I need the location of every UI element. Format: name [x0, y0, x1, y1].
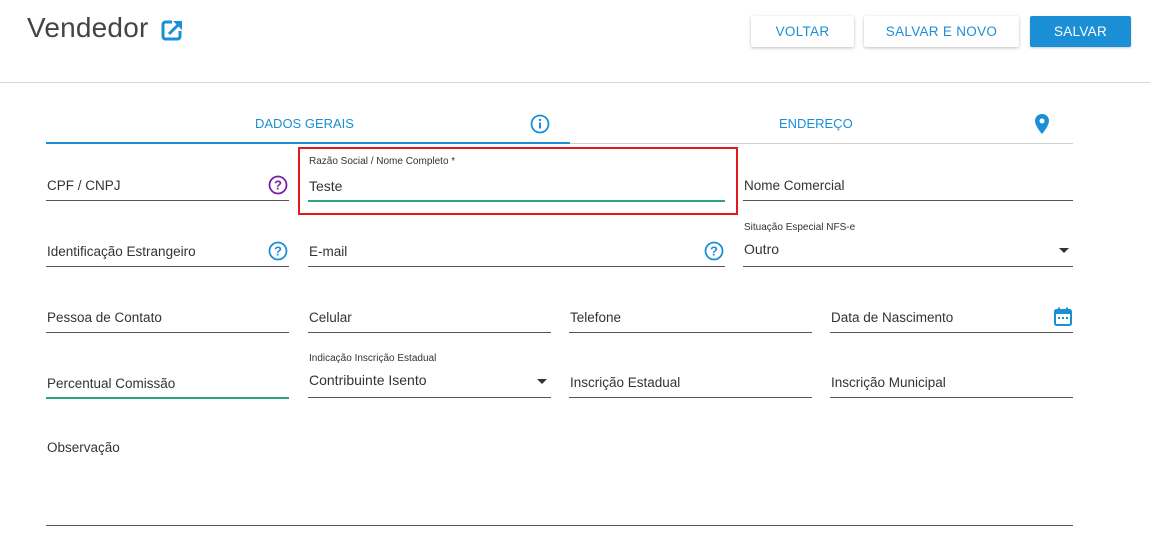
- info-icon: [530, 114, 550, 134]
- svg-text:?: ?: [274, 244, 282, 259]
- inscricao-estadual-field[interactable]: Inscrição Estadual: [569, 362, 812, 398]
- field-label: Celular: [309, 310, 352, 325]
- select-value: Outro: [744, 241, 780, 257]
- tab-label: ENDEREÇO: [779, 116, 853, 131]
- nome-comercial-field[interactable]: Nome Comercial: [743, 165, 1073, 201]
- telefone-field[interactable]: Telefone: [569, 297, 812, 333]
- header-divider: [0, 82, 1150, 83]
- inscricao-municipal-field[interactable]: Inscrição Municipal: [830, 362, 1073, 398]
- email-field[interactable]: E-mail ?: [308, 231, 725, 267]
- celular-field[interactable]: Celular: [308, 297, 551, 333]
- highlight-box: [298, 147, 738, 215]
- indicacao-ie-select[interactable]: Indicação Inscrição Estadual Contribuint…: [308, 353, 551, 398]
- calendar-icon[interactable]: [1054, 307, 1072, 326]
- help-icon[interactable]: ?: [704, 241, 724, 261]
- location-pin-icon: [1035, 114, 1049, 134]
- svg-text:?: ?: [274, 178, 282, 193]
- situacao-especial-select[interactable]: Situação Especial NFS-e Outro: [743, 222, 1073, 267]
- cpf-cnpj-field[interactable]: CPF / CNPJ ?: [46, 165, 289, 201]
- chevron-down-icon[interactable]: [537, 379, 547, 384]
- data-nascimento-field[interactable]: Data de Nascimento: [830, 297, 1073, 333]
- help-icon[interactable]: ?: [268, 241, 288, 261]
- percentual-comissao-field[interactable]: Percentual Comissão: [46, 363, 289, 399]
- active-tab-indicator: [46, 142, 570, 144]
- page-title: Vendedor: [27, 12, 149, 43]
- pessoa-contato-field[interactable]: Pessoa de Contato: [46, 297, 289, 333]
- field-label: Nome Comercial: [744, 178, 845, 193]
- field-label: Percentual Comissão: [47, 376, 176, 391]
- tab-dados-gerais[interactable]: DADOS GERAIS: [46, 105, 570, 143]
- field-label: Inscrição Estadual: [570, 375, 681, 390]
- observacao-textarea[interactable]: Observação: [46, 430, 1073, 526]
- select-value: Contribuinte Isento: [309, 372, 427, 388]
- tab-endereco[interactable]: ENDEREÇO: [570, 105, 1073, 143]
- svg-text:?: ?: [710, 244, 718, 259]
- field-label: Telefone: [570, 310, 622, 325]
- field-label: CPF / CNPJ: [47, 178, 121, 193]
- help-icon[interactable]: ?: [268, 175, 288, 195]
- field-label: Observação: [47, 440, 120, 455]
- chevron-down-icon[interactable]: [1059, 248, 1069, 253]
- identificacao-estrangeiro-field[interactable]: Identificação Estrangeiro ?: [46, 231, 289, 267]
- field-label: Situação Especial NFS-e: [744, 222, 856, 233]
- field-label: Inscrição Municipal: [831, 375, 946, 390]
- save-and-new-button[interactable]: SALVAR E NOVO: [864, 16, 1019, 47]
- field-label: E-mail: [309, 244, 348, 259]
- field-label: Indicação Inscrição Estadual: [309, 353, 437, 364]
- external-link-icon[interactable]: [161, 18, 185, 42]
- field-label: Identificação Estrangeiro: [47, 244, 196, 259]
- tab-label: DADOS GERAIS: [255, 116, 354, 131]
- save-button[interactable]: SALVAR: [1030, 16, 1131, 47]
- field-label: Pessoa de Contato: [47, 310, 162, 325]
- field-label: Data de Nascimento: [831, 310, 954, 325]
- back-button[interactable]: VOLTAR: [751, 16, 854, 47]
